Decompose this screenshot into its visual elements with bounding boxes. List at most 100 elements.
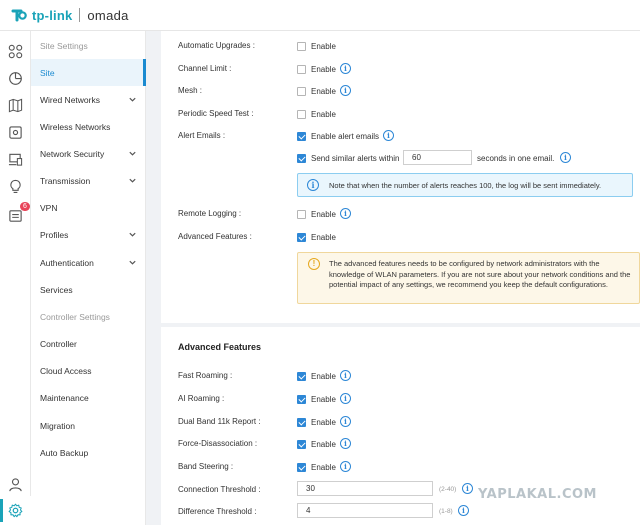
- menu-item-wireless-networks[interactable]: Wireless Networks: [31, 113, 146, 140]
- menu-item-label: Authentication: [40, 257, 94, 268]
- menu-group-site-settings: Site Settings: [40, 40, 88, 51]
- menu-item-wired-networks[interactable]: Wired Networks: [31, 86, 146, 113]
- insight-icon[interactable]: [7, 178, 24, 195]
- channel-limit-info-icon[interactable]: i: [340, 63, 351, 74]
- automatic-upgrades-checkbox[interactable]: [297, 42, 306, 51]
- map-icon[interactable]: [7, 97, 24, 114]
- menu-item-profiles[interactable]: Profiles: [31, 221, 146, 248]
- similar-alerts-prefix: Send similar alerts within: [311, 154, 400, 163]
- connection-threshold-input[interactable]: 30: [297, 481, 433, 496]
- chevron-down-icon: [129, 151, 136, 156]
- force-disassociation-option: Enable: [311, 440, 336, 449]
- dual-band-11k-label: Dual Band 11k Report :: [178, 417, 261, 426]
- fast-roaming-info-icon[interactable]: i: [340, 370, 351, 381]
- devices-icon[interactable]: [7, 124, 24, 141]
- menu-item-network-security[interactable]: Network Security: [31, 140, 146, 167]
- menu-item-controller[interactable]: Controller: [31, 330, 146, 357]
- menu-item-label: VPN: [40, 202, 58, 213]
- menu-item-label: Network Security: [40, 148, 105, 159]
- alert-emails-checkbox[interactable]: [297, 132, 306, 141]
- top-bar: tp-link omada: [0, 0, 640, 31]
- menu-item-auto-backup[interactable]: Auto Backup: [31, 439, 146, 466]
- ai-roaming-option: Enable: [311, 395, 336, 404]
- account-icon[interactable]: [7, 476, 24, 493]
- similar-alerts-info-icon[interactable]: i: [560, 152, 571, 163]
- alert-emails-label: Alert Emails :: [178, 131, 226, 140]
- menu-item-services[interactable]: Services: [31, 276, 146, 303]
- periodic-speed-test-option: Enable: [311, 110, 336, 119]
- similar-alerts-suffix: seconds in one email.: [477, 154, 555, 163]
- menu-item-migration[interactable]: Migration: [31, 412, 146, 439]
- chevron-down-icon: [129, 97, 136, 102]
- menu-item-transmission[interactable]: Transmission: [31, 167, 146, 194]
- statistics-icon[interactable]: [7, 70, 24, 87]
- connection-threshold-label: Connection Threshold :: [178, 485, 261, 494]
- remote-logging-info-icon[interactable]: i: [340, 208, 351, 219]
- remote-logging-checkbox[interactable]: [297, 210, 306, 219]
- logs-icon[interactable]: 6: [7, 202, 30, 224]
- ai-roaming-checkbox[interactable]: [297, 395, 306, 404]
- menu-item-label: Auto Backup: [40, 447, 89, 458]
- menu-item-site[interactable]: Site: [31, 59, 146, 86]
- band-steering-checkbox[interactable]: [297, 463, 306, 472]
- dual-band-11k-info-icon[interactable]: i: [340, 416, 351, 427]
- ai-roaming-info-icon[interactable]: i: [340, 393, 351, 404]
- logo[interactable]: tp-link omada: [10, 6, 129, 24]
- menu-item-label: Maintenance: [40, 392, 89, 403]
- tplink-logo-icon: [10, 6, 28, 24]
- settings-icon[interactable]: [7, 502, 24, 519]
- remote-logging-option: Enable: [311, 210, 336, 219]
- channel-limit-option: Enable: [311, 65, 336, 74]
- similar-alerts-seconds-input[interactable]: 60: [403, 150, 472, 165]
- menu-item-label: Site: [40, 67, 55, 78]
- menu-item-vpn[interactable]: VPN: [31, 194, 146, 221]
- icon-rail: 6: [0, 31, 31, 525]
- menu-item-label: Profiles: [40, 229, 69, 240]
- menu-item-cloud-access[interactable]: Cloud Access: [31, 357, 146, 384]
- advanced-features-warning-text: The advanced features needs to be config…: [329, 259, 631, 289]
- similar-alerts-checkbox[interactable]: [297, 154, 306, 163]
- menu-item-authentication[interactable]: Authentication: [31, 249, 146, 276]
- alert-emails-option: Enable alert emails: [311, 132, 380, 141]
- mesh-option: Enable: [311, 87, 336, 96]
- difference-threshold-info-icon[interactable]: i: [458, 505, 469, 516]
- menu-item-label: Cloud Access: [40, 365, 92, 376]
- force-disassociation-info-icon[interactable]: i: [340, 438, 351, 449]
- ai-roaming-label: AI Roaming :: [178, 394, 225, 403]
- fast-roaming-checkbox[interactable]: [297, 372, 306, 381]
- difference-threshold-input[interactable]: 4: [297, 503, 433, 518]
- mesh-checkbox[interactable]: [297, 87, 306, 96]
- logo-divider: [79, 8, 81, 22]
- band-steering-info-icon[interactable]: i: [340, 461, 351, 472]
- alert-limit-note: i Note that when the number of alerts re…: [297, 173, 633, 197]
- alert-count-badge: 6: [20, 202, 30, 211]
- connection-threshold-range: (2-40): [439, 486, 457, 493]
- watermark: YAPLAKAL.COM: [478, 487, 597, 502]
- dual-band-11k-checkbox[interactable]: [297, 418, 306, 427]
- mesh-info-icon[interactable]: i: [340, 85, 351, 96]
- menu-item-label: Transmission: [40, 175, 91, 186]
- channel-limit-checkbox[interactable]: [297, 65, 306, 74]
- advanced-features-checkbox[interactable]: [297, 233, 306, 242]
- periodic-speed-test-label: Periodic Speed Test :: [178, 109, 254, 118]
- automatic-upgrades-label: Automatic Upgrades :: [178, 41, 255, 50]
- automatic-upgrades-option: Enable: [311, 42, 336, 51]
- band-steering-label: Band Steering :: [178, 462, 234, 471]
- menu-item-maintenance[interactable]: Maintenance: [31, 384, 146, 411]
- info-icon: i: [307, 179, 319, 191]
- mesh-label: Mesh :: [178, 86, 203, 95]
- advanced-features-label: Advanced Features :: [178, 232, 252, 241]
- connection-threshold-info-icon[interactable]: i: [462, 483, 473, 494]
- force-disassociation-checkbox[interactable]: [297, 440, 306, 449]
- advanced-features-title: Advanced Features: [178, 342, 262, 352]
- fast-roaming-label: Fast Roaming :: [178, 371, 233, 380]
- menu-item-label: Services: [40, 284, 73, 295]
- dashboard-icon[interactable]: [7, 43, 24, 60]
- clients-icon[interactable]: [7, 151, 24, 168]
- dual-band-11k-option: Enable: [311, 418, 336, 427]
- alert-emails-info-icon[interactable]: i: [383, 130, 394, 141]
- menu-group-controller-settings: Controller Settings: [40, 311, 110, 322]
- menu-item-label: Controller: [40, 338, 77, 349]
- periodic-speed-test-checkbox[interactable]: [297, 110, 306, 119]
- difference-threshold-range: (1-8): [439, 508, 453, 515]
